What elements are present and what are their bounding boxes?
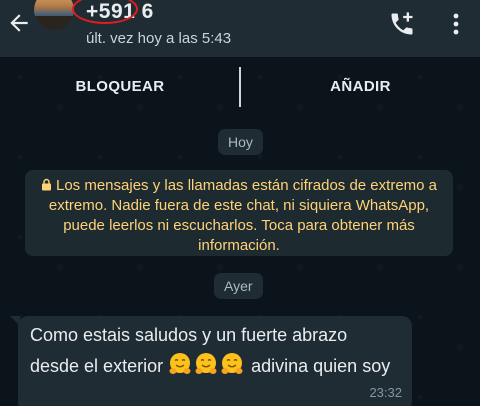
encryption-notice[interactable]: Los mensajes y las llamadas están cifrad… bbox=[25, 170, 453, 256]
message-text-end: adivina quien soy bbox=[251, 356, 391, 376]
message-emojis bbox=[168, 353, 251, 376]
date-chip-today: Hoy bbox=[218, 129, 263, 155]
hugging-face-emoji bbox=[221, 353, 243, 374]
add-contact-button[interactable]: AÑADIR bbox=[241, 67, 480, 107]
back-arrow-icon[interactable] bbox=[6, 10, 32, 36]
block-button[interactable]: BLOQUEAR bbox=[0, 67, 240, 107]
bubble-tail bbox=[10, 316, 20, 326]
date-chip-yesterday: Ayer bbox=[214, 273, 263, 299]
message-time: 23:32 bbox=[369, 385, 402, 400]
hugging-face-emoji bbox=[169, 353, 191, 374]
lock-icon bbox=[41, 178, 51, 191]
encryption-text: Los mensajes y las llamadas están cifrad… bbox=[48, 177, 438, 254]
chat-area: BLOQUEAR AÑADIR Hoy Los mensajes y las l… bbox=[0, 57, 480, 406]
chat-header: +591 6 últ. vez hoy a las 5:43 bbox=[0, 0, 480, 57]
message-bubble[interactable]: Como estais saludos y un fuerte abrazo d… bbox=[10, 316, 412, 406]
more-vert-icon[interactable] bbox=[446, 10, 466, 38]
avatar[interactable] bbox=[34, 0, 74, 30]
add-call-icon[interactable] bbox=[388, 10, 416, 38]
last-seen-status: últ. vez hoy a las 5:43 bbox=[86, 30, 232, 47]
unknown-contact-actions: BLOQUEAR AÑADIR bbox=[0, 67, 480, 107]
hugging-face-emoji bbox=[195, 353, 217, 374]
